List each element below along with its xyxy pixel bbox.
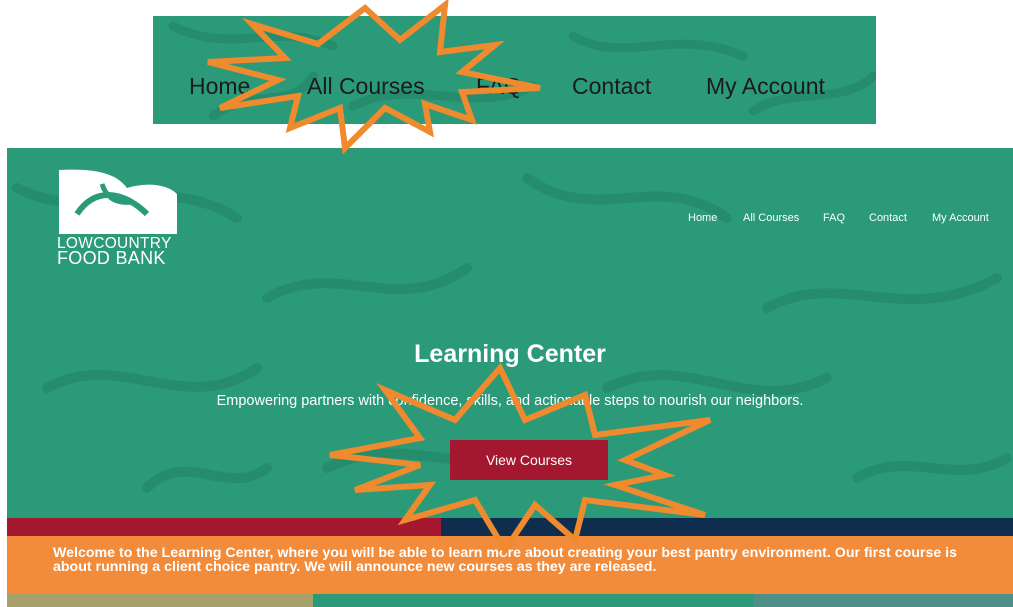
- bottom-block-right: [753, 594, 1013, 607]
- zoomed-nav: Home All Courses FAQ Contact My Account: [153, 73, 876, 105]
- texture-pattern: [168, 21, 876, 121]
- zoom-nav-contact[interactable]: Contact: [572, 73, 651, 100]
- hero-subtitle: Empowering partners with confidence, ski…: [216, 393, 804, 409]
- welcome-banner: Welcome to the Learning Center, where yo…: [7, 536, 1013, 594]
- nav-my-account[interactable]: My Account: [932, 212, 989, 224]
- band-red: [7, 518, 441, 536]
- zoom-nav-home[interactable]: Home: [189, 73, 250, 100]
- nav-all-courses[interactable]: All Courses: [743, 212, 799, 224]
- nav-faq[interactable]: FAQ: [823, 212, 845, 224]
- zoom-nav-my-account[interactable]: My Account: [706, 73, 825, 100]
- nav-contact[interactable]: Contact: [869, 212, 907, 224]
- logo-line-2: FOOD BANK: [57, 248, 166, 268]
- header-nav: Home All Courses FAQ Contact My Account: [7, 212, 1013, 228]
- logo-wordmark: LOWCOUNTRY FOOD BANK: [57, 236, 172, 268]
- view-courses-button[interactable]: View Courses: [450, 440, 608, 480]
- nav-home[interactable]: Home: [688, 212, 717, 224]
- zoom-nav-all-courses[interactable]: All Courses: [307, 73, 425, 100]
- band-navy: [441, 518, 1013, 536]
- welcome-line-1: Welcome to the Learning Center, where yo…: [53, 545, 957, 561]
- zoom-nav-faq[interactable]: FAQ: [476, 73, 522, 100]
- bottom-block-mid: [313, 594, 753, 607]
- zoomed-nav-strip: Home All Courses FAQ Contact My Account: [153, 16, 876, 124]
- page-title: Learning Center: [414, 340, 606, 368]
- bottom-block-left: [7, 594, 313, 607]
- hero-section: LOWCOUNTRY FOOD BANK Home All Courses FA…: [7, 148, 1013, 518]
- welcome-line-2: about running a client choice pantry. We…: [53, 559, 657, 575]
